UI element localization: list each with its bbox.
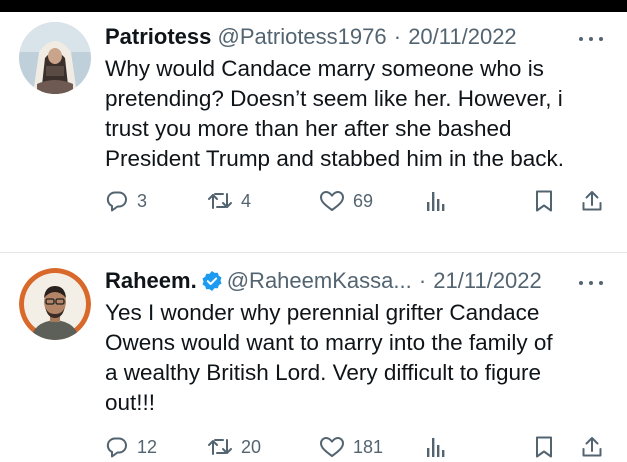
tweet-date[interactable]: 21/11/2022 — [433, 268, 541, 293]
avatar[interactable] — [19, 22, 91, 94]
retweet-icon — [208, 439, 232, 455]
tweet-text: Yes I wonder why perennial grifter Canda… — [105, 298, 610, 418]
tweet-text-line: President Trump and stabbed him in the b… — [105, 146, 565, 171]
more-icon[interactable] — [579, 278, 605, 288]
share-button[interactable] — [581, 188, 603, 214]
reply-count: 3 — [137, 190, 148, 211]
like-button[interactable]: 69 — [319, 188, 373, 214]
like-count: 181 — [353, 436, 384, 457]
tweet-text-line: out!!! — [105, 390, 156, 415]
tweet-header: Patriotess @Patriotess1976 · 20/11/2022 — [105, 22, 587, 52]
share-icon — [582, 437, 602, 457]
bookmark-icon — [536, 190, 552, 212]
reply-icon — [106, 437, 127, 458]
tweet-thread: Patriotess @Patriotess1976 · 20/11/2022 … — [0, 12, 627, 462]
display-name[interactable]: Raheem. — [105, 268, 197, 293]
reply-count: 12 — [137, 436, 158, 457]
like-count: 69 — [353, 190, 374, 211]
more-icon[interactable] — [579, 34, 605, 44]
views-icon — [427, 192, 445, 211]
tweet-text-line: a wealthy British Lord. Very difficult t… — [105, 360, 542, 385]
reply-button[interactable]: 3 — [105, 188, 147, 214]
heart-icon — [320, 437, 344, 457]
tweet-text-line: pretending? Doesn’t seem like her. Howev… — [105, 86, 563, 111]
heart-icon — [320, 191, 344, 211]
user-handle[interactable]: @Patriotess1976 — [218, 24, 387, 49]
verified-badge-icon — [201, 270, 223, 300]
tweet-text-line: trust you more than her after she bashed — [105, 116, 512, 141]
tweet[interactable]: Patriotess @Patriotess1976 · 20/11/2022 … — [0, 12, 627, 252]
retweet-count: 20 — [241, 436, 262, 457]
retweet-button[interactable]: 20 — [207, 434, 261, 460]
tweet-actions: 12 20 181 — [105, 434, 610, 460]
retweet-button[interactable]: 4 — [207, 188, 251, 214]
bookmark-icon — [536, 436, 552, 458]
views-button[interactable] — [425, 434, 447, 460]
share-button[interactable] — [581, 434, 603, 460]
tweet-date[interactable]: 20/11/2022 — [408, 24, 516, 49]
bookmark-button[interactable] — [533, 188, 555, 214]
reply-button[interactable]: 12 — [105, 434, 157, 460]
tweet-text-line: Yes I wonder why perennial grifter Canda… — [105, 300, 540, 325]
views-icon — [427, 438, 445, 457]
views-button[interactable] — [425, 188, 447, 214]
avatar[interactable] — [19, 268, 91, 340]
share-icon — [582, 191, 602, 211]
bookmark-button[interactable] — [533, 434, 555, 460]
separator-dot: · — [393, 24, 402, 49]
reply-icon — [106, 191, 127, 212]
display-name[interactable]: Patriotess — [105, 24, 211, 49]
tweet[interactable]: Raheem. @RaheemKassa... · 21/11/2022 Yes … — [0, 252, 627, 462]
tweet-text-line: Owens would want to marry into the famil… — [105, 330, 553, 355]
tweet-text: Why would Candace marry someone who is p… — [105, 54, 610, 174]
tweet-actions: 3 4 69 — [105, 188, 610, 214]
tweet-header: Raheem. @RaheemKassa... · 21/11/2022 — [105, 266, 587, 296]
like-button[interactable]: 181 — [319, 434, 383, 460]
user-handle[interactable]: @RaheemKassa... — [227, 268, 412, 293]
tweet-text-line: Why would Candace marry someone who is — [105, 56, 544, 81]
retweet-icon — [208, 193, 232, 209]
retweet-count: 4 — [241, 190, 252, 211]
separator-dot: · — [418, 268, 427, 293]
